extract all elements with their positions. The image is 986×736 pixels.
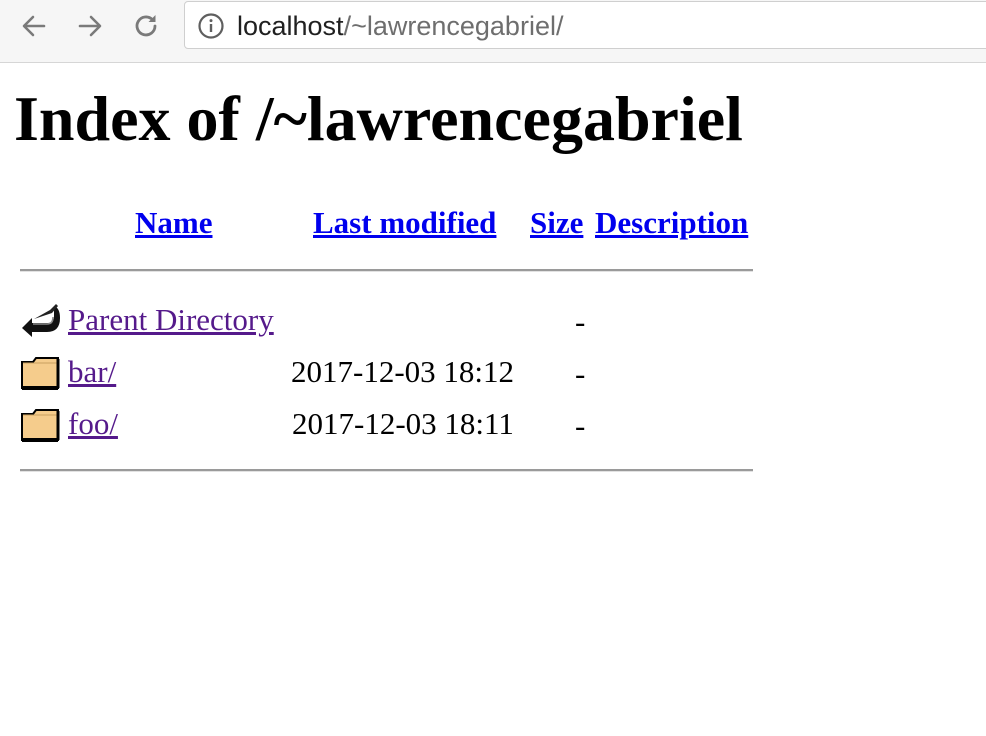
top-divider (20, 269, 753, 272)
address-bar[interactable]: localhost/~lawrencegabriel/ (184, 1, 986, 49)
folder-icon (21, 409, 60, 442)
last-modified-cell: 2017-12-03 18:11 (292, 406, 514, 441)
sort-by-last-modified-link[interactable]: Last modified (313, 204, 496, 242)
forward-button[interactable] (72, 8, 108, 44)
url-host: localhost (237, 11, 344, 41)
size-cell: - (575, 304, 586, 339)
back-arrow-icon (22, 15, 46, 37)
reload-icon (135, 15, 157, 37)
url-text: localhost/~lawrencegabriel/ (237, 11, 563, 41)
folder-link-bar[interactable]: bar/ (68, 353, 116, 391)
browser-toolbar: localhost/~lawrencegabriel/ (0, 0, 986, 63)
page-title: Index of /~lawrencegabriel (14, 83, 743, 154)
bottom-divider (20, 469, 753, 472)
folder-icon (21, 357, 60, 390)
info-icon[interactable] (197, 12, 225, 40)
folder-link-foo[interactable]: foo/ (68, 405, 118, 443)
url-path: /~lawrencegabriel/ (343, 11, 564, 41)
back-button[interactable] (16, 8, 52, 44)
reload-button[interactable] (128, 8, 164, 44)
size-cell: - (575, 356, 586, 391)
parent-directory-icon (22, 304, 60, 337)
sort-by-name-link[interactable]: Name (135, 204, 212, 242)
forward-arrow-icon (78, 15, 102, 37)
sort-by-description-link[interactable]: Description (595, 204, 748, 242)
last-modified-cell: 2017-12-03 18:12 (291, 354, 515, 389)
sort-by-size-link[interactable]: Size (530, 204, 583, 242)
size-cell: - (575, 408, 586, 443)
parent-directory-link[interactable]: Parent Directory (68, 301, 274, 339)
